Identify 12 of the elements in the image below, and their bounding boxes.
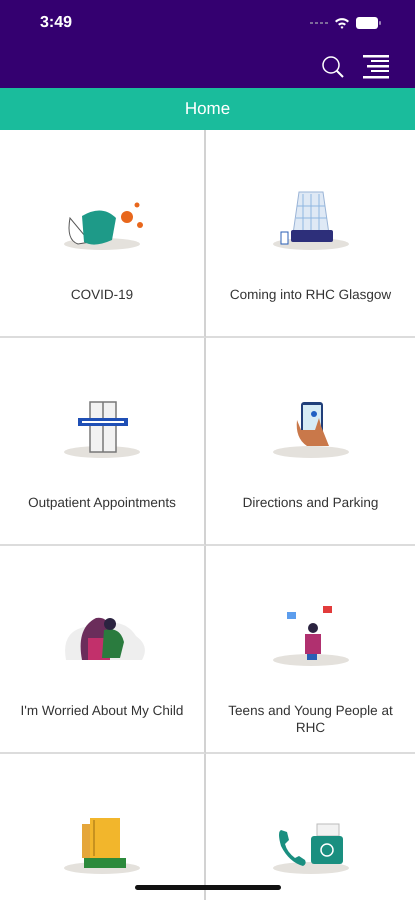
signal-icon	[310, 20, 328, 26]
menu-tile[interactable]: COVID-19	[0, 130, 206, 338]
status-time: 3:49	[40, 14, 72, 32]
menu-button[interactable]	[363, 54, 389, 78]
menu-tile[interactable]: I'm Worried About My Child	[0, 546, 206, 754]
search-icon	[321, 54, 345, 78]
menu-tile[interactable]: Outpatient Appointments	[0, 338, 206, 546]
page-title: Home	[184, 99, 230, 119]
menu-icon	[363, 54, 389, 78]
wifi-icon	[334, 16, 350, 28]
battery-icon	[356, 16, 381, 28]
search-button[interactable]	[321, 54, 345, 78]
